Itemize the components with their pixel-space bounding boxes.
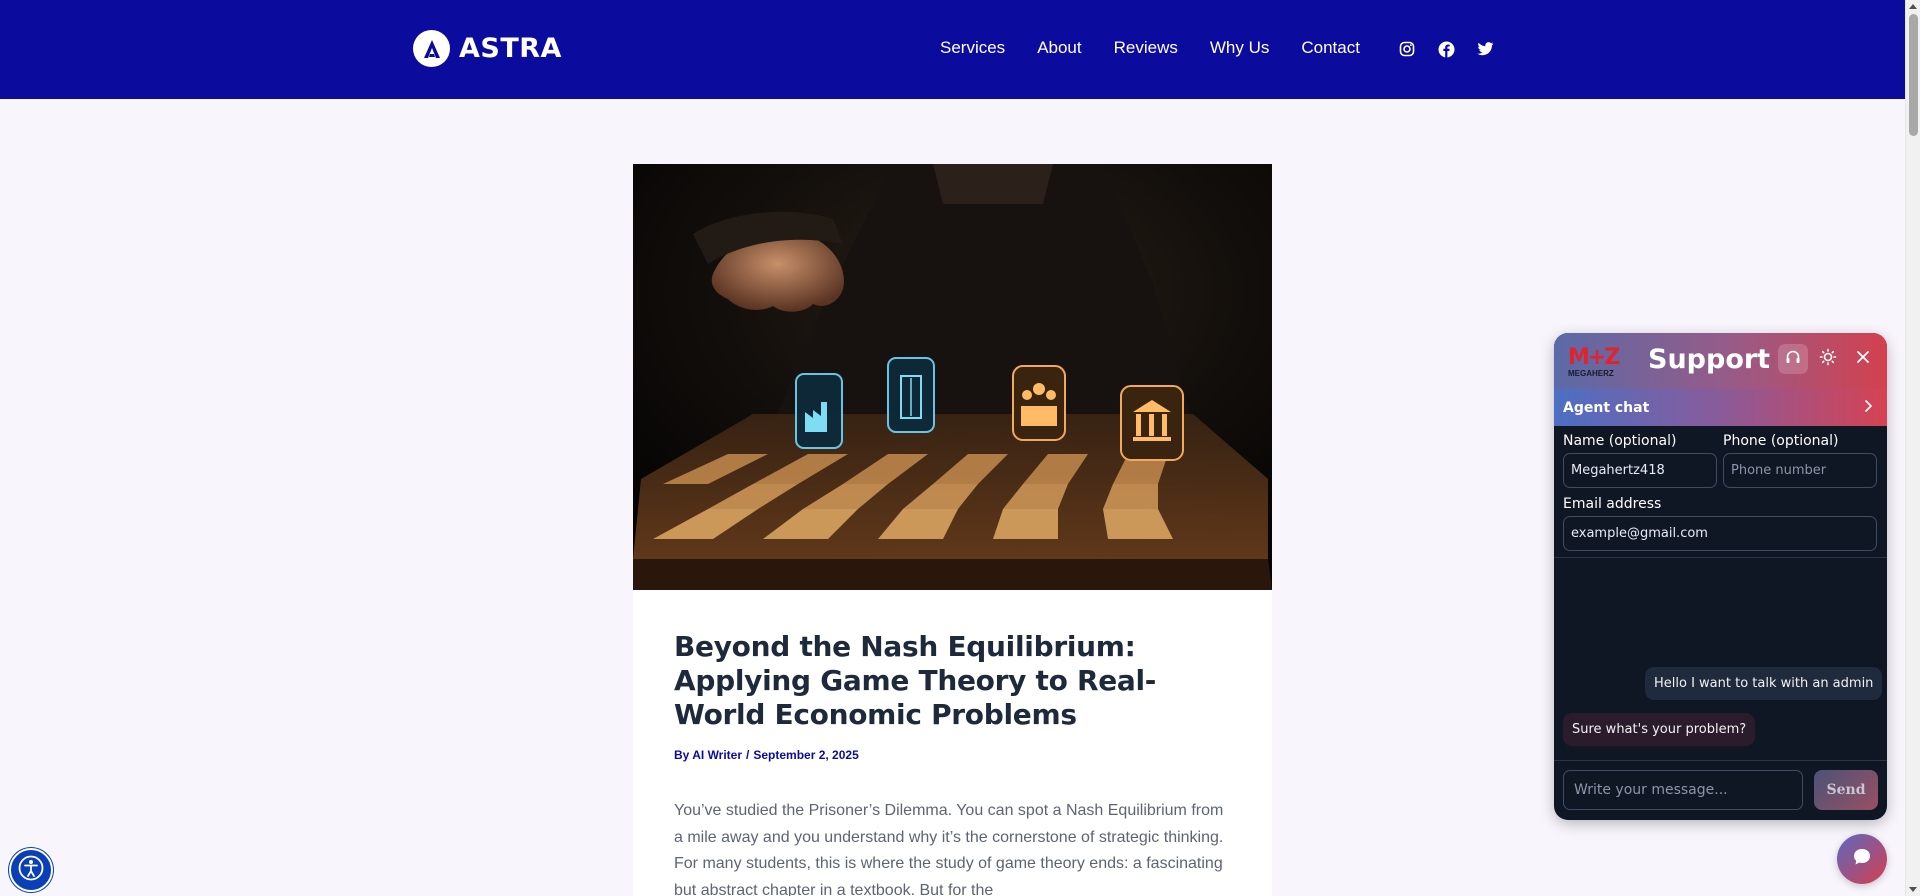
nav-why-us[interactable]: Why Us	[1210, 38, 1270, 58]
nav-services[interactable]: Services	[940, 38, 1005, 58]
scroll-up-arrow-icon[interactable]	[1909, 4, 1917, 9]
email-field[interactable]	[1563, 516, 1877, 551]
scroll-down-arrow-icon[interactable]	[1909, 887, 1917, 892]
sun-icon	[1819, 348, 1837, 371]
name-label: Name (optional)	[1563, 433, 1677, 449]
nav-reviews[interactable]: Reviews	[1114, 38, 1178, 58]
headset-button[interactable]	[1778, 344, 1808, 374]
meta-separator: /	[746, 748, 750, 762]
agent-chat-toggle[interactable]: Agent chat	[1554, 389, 1887, 426]
support-chat-widget: M+Z MEGAHERZ Support Agent chat Name (op…	[1554, 333, 1887, 820]
blog-post-card: Beyond the Nash Equilibrium: Applying Ga…	[633, 164, 1272, 896]
megaherz-logo: M+Z MEGAHERZ	[1568, 345, 1626, 379]
main-nav: Services About Reviews Why Us Contact	[940, 38, 1360, 58]
nav-about[interactable]: About	[1037, 38, 1081, 58]
chat-launcher-button[interactable]	[1837, 834, 1887, 884]
nav-contact[interactable]: Contact	[1301, 38, 1360, 58]
site-logo[interactable]: ASTRA	[413, 30, 562, 67]
close-chat-button[interactable]	[1848, 344, 1878, 374]
site-header: ASTRA Services About Reviews Why Us Cont…	[0, 0, 1905, 99]
agent-chat-label: Agent chat	[1563, 400, 1650, 416]
post-date[interactable]: September 2, 2025	[753, 748, 858, 762]
phone-field[interactable]	[1723, 453, 1877, 488]
featured-image[interactable]	[633, 164, 1272, 590]
name-field[interactable]	[1563, 453, 1717, 488]
scrollbar-thumb[interactable]	[1909, 14, 1918, 136]
composer-divider	[1554, 760, 1887, 761]
chat-title: Support	[1648, 344, 1771, 375]
astra-logo-icon	[413, 30, 450, 67]
facebook-icon[interactable]	[1437, 40, 1455, 58]
page-scrollbar[interactable]	[1905, 0, 1920, 896]
twitter-icon[interactable]	[1476, 40, 1494, 58]
close-icon	[1856, 350, 1870, 369]
logo-text: ASTRA	[459, 33, 562, 64]
headset-icon	[1785, 349, 1801, 370]
message-input[interactable]	[1563, 770, 1803, 810]
social-links	[1398, 40, 1494, 58]
send-button[interactable]: Send	[1814, 770, 1878, 810]
user-message: Hello I want to talk with an admin	[1645, 667, 1883, 700]
post-title[interactable]: Beyond the Nash Equilibrium: Applying Ga…	[674, 630, 1234, 732]
chevron-right-icon	[1862, 399, 1874, 418]
post-author[interactable]: By AI Writer	[674, 748, 742, 762]
accessibility-icon	[17, 854, 45, 887]
accessibility-button[interactable]	[9, 848, 53, 892]
theme-toggle-button[interactable]	[1813, 344, 1843, 374]
agent-message: Sure what's your problem?	[1563, 713, 1756, 746]
form-divider	[1554, 557, 1887, 558]
brand-mark: M+Z	[1568, 345, 1620, 370]
post-meta: By AI Writer / September 2, 2025	[674, 748, 859, 762]
chat-header: M+Z MEGAHERZ Support	[1554, 333, 1887, 389]
email-label: Email address	[1563, 496, 1662, 512]
post-excerpt: You’ve studied the Prisoner’s Dilemma. Y…	[674, 802, 1224, 896]
brand-subtext: MEGAHERZ	[1568, 369, 1614, 378]
phone-label: Phone (optional)	[1723, 433, 1839, 449]
chat-bubble-icon	[1851, 846, 1873, 873]
instagram-icon[interactable]	[1398, 40, 1416, 58]
